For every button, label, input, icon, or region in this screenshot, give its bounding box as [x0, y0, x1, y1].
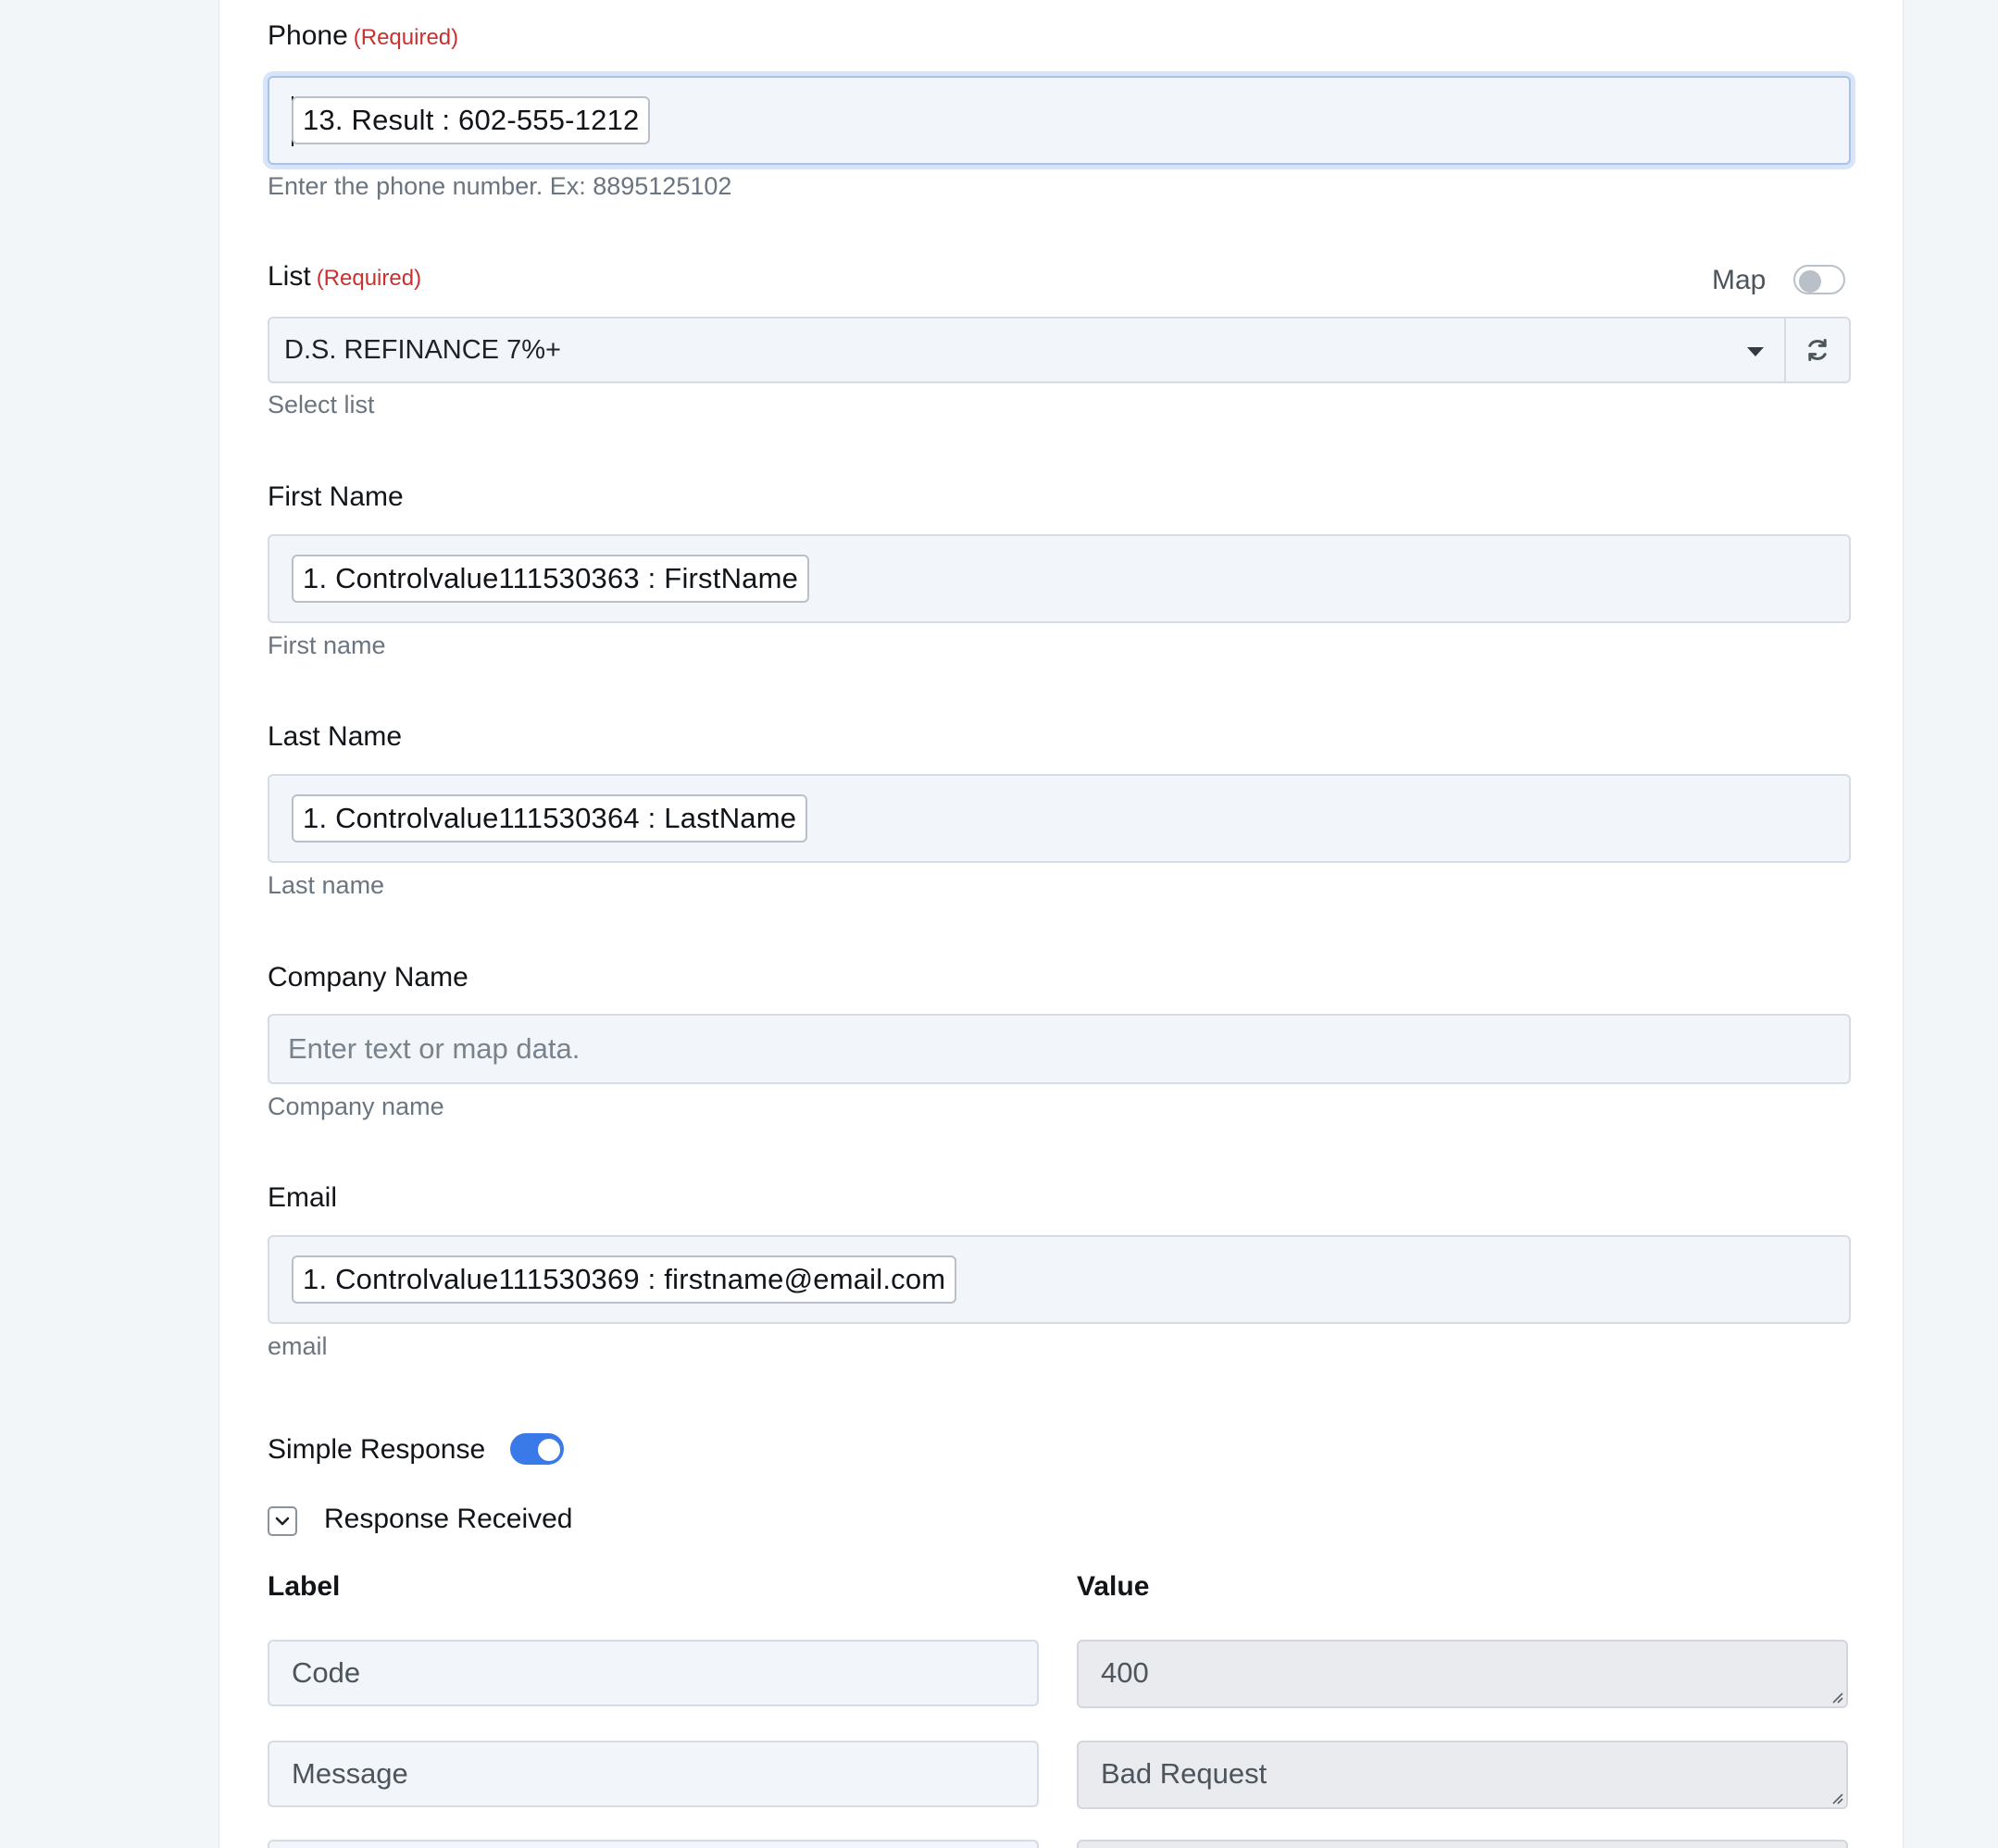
chevron-down-icon [1747, 347, 1764, 356]
label-column-header: Label [268, 1571, 341, 1602]
value-column-header: Value [1077, 1571, 1150, 1602]
resize-grip-icon[interactable] [1830, 1691, 1843, 1704]
refresh-icon [1808, 338, 1827, 362]
email-mapped-chip[interactable]: 1. Controlvalue111530369 : firstname@ema… [292, 1255, 957, 1304]
response-row-value-text: Bad Request [1101, 1757, 1267, 1790]
list-label: List (Required) [268, 261, 421, 293]
email-input[interactable]: 1. Controlvalue111530369 : firstname@ema… [268, 1235, 1851, 1324]
map-label: Map [1712, 265, 1767, 295]
form-card: Phone (Required) 13. Result : 602-555-121… [219, 0, 1904, 1848]
list-selected-value: D.S. REFINANCE 7%+ [284, 335, 561, 365]
company-name-label: Company Name [268, 962, 468, 993]
last-name-help-text: Last name [268, 871, 385, 899]
list-label-text: List [268, 261, 311, 292]
phone-label-text: Phone [268, 20, 348, 51]
email-help-text: email [268, 1332, 328, 1360]
response-received-title: Response Received [324, 1504, 573, 1534]
list-help-text: Select list [268, 391, 375, 418]
first-name-mapped-chip[interactable]: 1. Controlvalue111530363 : FirstName [292, 555, 810, 603]
response-row-label-partial[interactable] [268, 1840, 1039, 1848]
first-name-input[interactable]: 1. Controlvalue111530363 : FirstName [268, 534, 1851, 623]
response-row-value[interactable]: 400 [1077, 1640, 1848, 1708]
phone-mapped-chip[interactable]: 13. Result : 602-555-1212 [292, 96, 651, 144]
phone-label: Phone (Required) [268, 20, 458, 52]
last-name-mapped-chip[interactable]: 1. Controlvalue111530364 : LastName [292, 794, 808, 843]
last-name-input[interactable]: 1. Controlvalue111530364 : LastName [268, 774, 1851, 863]
response-row-label[interactable]: Message [268, 1741, 1039, 1807]
response-row-value[interactable]: Bad Request [1077, 1741, 1848, 1809]
simple-response-label: Simple Response [268, 1434, 486, 1465]
last-name-label: Last Name [268, 721, 403, 752]
collapse-toggle-button[interactable] [268, 1506, 297, 1536]
simple-response-toggle-knob [538, 1439, 560, 1461]
resize-grip-icon[interactable] [1830, 1792, 1843, 1804]
refresh-list-button[interactable] [1786, 317, 1851, 383]
simple-response-toggle[interactable] [510, 1433, 564, 1465]
email-label: Email [268, 1182, 338, 1213]
phone-help-text: Enter the phone number. Ex: 8895125102 [268, 172, 732, 200]
company-name-help-text: Company name [268, 1093, 444, 1120]
list-required-marker: (Required) [316, 266, 422, 291]
response-row-value-text: 400 [1101, 1656, 1149, 1689]
company-name-input[interactable]: Enter text or map data. [268, 1014, 1851, 1084]
first-name-help-text: First name [268, 631, 386, 659]
list-select[interactable]: D.S. REFINANCE 7%+ [268, 317, 1786, 383]
first-name-label: First Name [268, 481, 404, 512]
response-row-label[interactable]: Code [268, 1640, 1039, 1706]
chevron-down-icon [275, 1517, 290, 1526]
map-toggle-knob [1799, 270, 1821, 293]
phone-input[interactable]: 13. Result : 602-555-1212 [268, 76, 1851, 165]
phone-required-marker: (Required) [353, 25, 459, 50]
company-name-placeholder: Enter text or map data. [288, 1032, 581, 1065]
map-toggle[interactable] [1793, 265, 1845, 294]
response-row-value-partial[interactable] [1077, 1840, 1848, 1848]
